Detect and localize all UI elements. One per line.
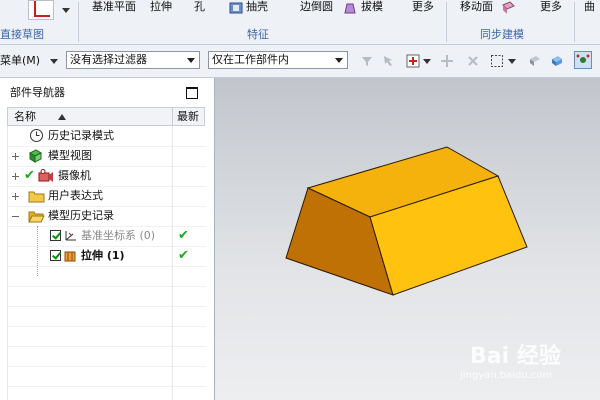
- selection-filter-select[interactable]: 没有选择过滤器: [66, 51, 200, 69]
- maximize-icon[interactable]: [186, 87, 198, 99]
- name-column-header[interactable]: 名称: [14, 110, 36, 124]
- row-divider: [8, 366, 206, 367]
- tree-item-label: 模型历史记录: [48, 209, 114, 222]
- tree-item-cameras[interactable]: ✔ 摄像机: [8, 166, 206, 186]
- sketch-group-title: 直接草图: [0, 28, 44, 41]
- row-divider: [8, 286, 206, 287]
- tree-item-label: 拉伸 (1): [81, 249, 125, 262]
- select-mode-dropdown-icon[interactable]: [508, 59, 516, 64]
- column-divider: [172, 108, 173, 125]
- clock-icon: [30, 129, 43, 142]
- watermark-logo: Bai 经验: [470, 344, 561, 369]
- group-separator: [78, 2, 79, 42]
- quick-pick-icon[interactable]: [466, 54, 480, 68]
- shell-button[interactable]: 抽壳: [246, 0, 268, 14]
- point-constructor-icon[interactable]: [440, 54, 454, 68]
- orient-view-icon[interactable]: [574, 51, 592, 69]
- move-face-icon[interactable]: [500, 0, 516, 16]
- selection-toolbar: 菜单(M) 没有选择过滤器 仅在工作部件内: [0, 45, 600, 78]
- watermark-url: jingyan.baidu.com: [460, 370, 553, 381]
- selection-scope-select[interactable]: 仅在工作部件内: [208, 51, 348, 69]
- up-to-date-check-icon: ✔: [178, 228, 189, 243]
- filter-reset-icon[interactable]: [360, 54, 374, 68]
- group-separator: [446, 2, 447, 42]
- chevron-down-icon: [335, 58, 343, 63]
- visibility-checkbox[interactable]: [50, 230, 61, 241]
- tree-item-label: 基准坐标系 (0): [81, 229, 156, 242]
- folder-icon: [28, 191, 45, 203]
- selection-filter-value: 没有选择过滤器: [70, 53, 147, 66]
- tree-item-label: 模型视图: [48, 149, 92, 162]
- sketch-dropdown-icon[interactable]: [62, 8, 70, 13]
- collapse-icon[interactable]: [12, 213, 19, 220]
- selection-scope-value: 仅在工作部件内: [212, 53, 289, 66]
- open-folder-icon: [28, 211, 45, 223]
- check-mark-icon: ✔: [24, 168, 35, 183]
- shell-icon[interactable]: [228, 0, 244, 16]
- sketch-icon[interactable]: [28, 0, 54, 20]
- datum-plane-button[interactable]: 基准平面: [92, 0, 136, 14]
- expand-icon[interactable]: [12, 193, 19, 200]
- tree-item-history-mode[interactable]: 历史记录模式: [8, 126, 206, 146]
- group-separator: [574, 2, 575, 42]
- navigator-header: 名称 最新: [7, 107, 205, 126]
- camera-icon: [38, 169, 53, 182]
- tree-item-model-views[interactable]: 模型视图: [8, 146, 206, 166]
- more-sync-button[interactable]: 更多: [540, 0, 562, 14]
- rectangle-select-icon[interactable]: [490, 54, 504, 68]
- ribbon: 基准平面 拉伸 孔 抽壳 边倒圆 拔模 更多 移动面 更多 曲 直接草图 特征 …: [0, 0, 600, 45]
- tree-item-extrude[interactable]: 拉伸 (1) ✔: [8, 246, 206, 266]
- tree-item-label: 摄像机: [58, 169, 91, 182]
- extrude-button[interactable]: 拉伸: [150, 0, 172, 14]
- tree-item-label: 历史记录模式: [48, 129, 114, 142]
- edge-blend-button[interactable]: 边倒圆: [300, 0, 333, 14]
- snap-point-icon[interactable]: [406, 54, 420, 68]
- row-divider: [8, 386, 206, 387]
- feature-group-title: 特征: [247, 28, 269, 41]
- up-to-date-check-icon: ✔: [178, 248, 189, 263]
- menu-button[interactable]: 菜单(M): [0, 53, 40, 69]
- tree-item-user-expressions[interactable]: 用户表达式: [8, 186, 206, 206]
- select-all-icon[interactable]: [382, 54, 396, 68]
- chevron-down-icon: [187, 58, 195, 63]
- expand-icon[interactable]: [12, 153, 19, 160]
- expand-icon[interactable]: [12, 173, 19, 180]
- datum-csys-icon: [65, 231, 76, 241]
- row-divider: [8, 306, 206, 307]
- latest-column-header[interactable]: 最新: [177, 110, 199, 124]
- tree-item-datum-csys[interactable]: 基准坐标系 (0) ✔: [8, 226, 206, 246]
- extrude-feature-icon: [64, 251, 76, 262]
- draft-button[interactable]: 拔模: [361, 0, 383, 14]
- shaded-view-icon[interactable]: [550, 54, 564, 68]
- visibility-checkbox[interactable]: [50, 250, 61, 261]
- curve-tab[interactable]: 曲: [584, 0, 595, 14]
- model-views-icon: [28, 149, 43, 163]
- more-features-button[interactable]: 更多: [412, 0, 434, 14]
- sync-modeling-group-title: 同步建模: [480, 28, 524, 41]
- navigator-tree: 历史记录模式 模型视图 ✔ 摄像机 用户表达式 模型历史记录 基准坐标系 (0)…: [7, 126, 206, 400]
- part-navigator-title: 部件导航器: [10, 86, 65, 99]
- sort-ascending-icon[interactable]: [58, 114, 66, 120]
- menu-dropdown-icon[interactable]: [50, 59, 58, 64]
- row-divider: [8, 326, 206, 327]
- hole-button[interactable]: 孔: [194, 0, 205, 14]
- snap-dropdown-icon[interactable]: [423, 59, 431, 64]
- tree-item-label: 用户表达式: [48, 189, 103, 202]
- part-navigator-panel: 部件导航器 名称 最新 历史记录模式 模型视图 ✔ 摄像机 用户表达式 模型历史…: [0, 78, 215, 400]
- row-divider: [8, 346, 206, 347]
- tree-item-model-history[interactable]: 模型历史记录: [8, 206, 206, 226]
- draft-icon[interactable]: [342, 0, 358, 16]
- shaded-edges-icon[interactable]: [528, 54, 542, 68]
- move-face-button[interactable]: 移动面: [460, 0, 493, 14]
